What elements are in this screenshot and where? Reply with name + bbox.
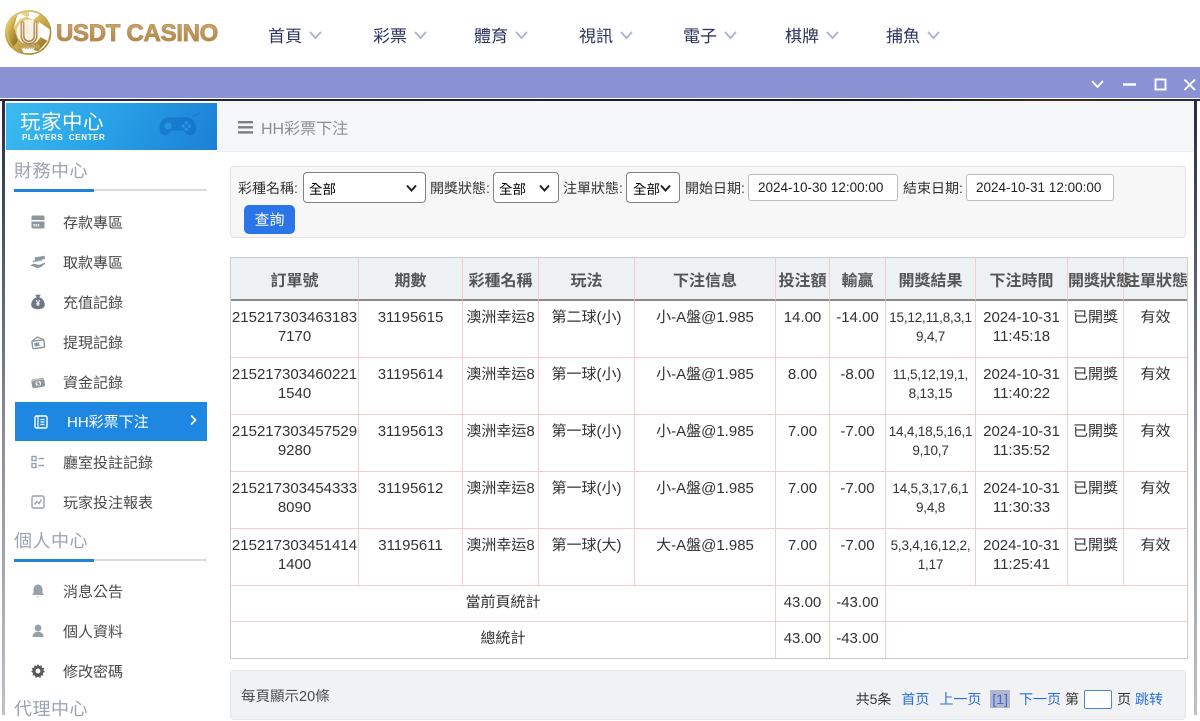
svg-text:CASINO: CASINO — [18, 45, 40, 51]
svg-text:¥: ¥ — [36, 299, 41, 308]
